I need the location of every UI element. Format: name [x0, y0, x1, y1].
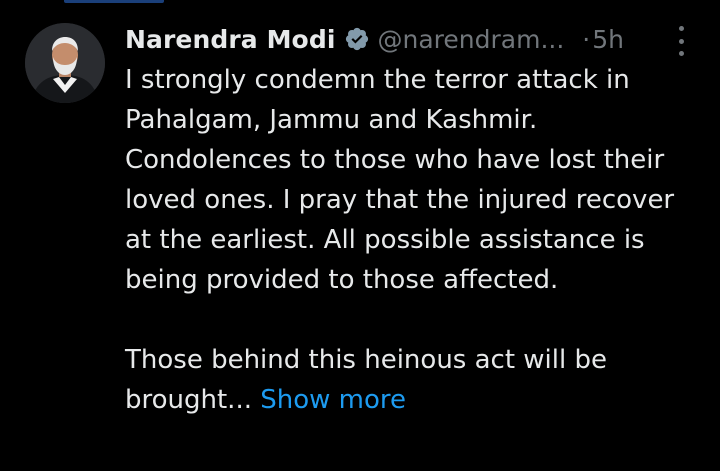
avatar-image: [25, 23, 105, 103]
verified-badge-icon[interactable]: [344, 26, 370, 52]
tweet-paragraph-1: I strongly condemn the terror attack in …: [125, 65, 675, 295]
author-handle[interactable]: @narendram...: [378, 25, 565, 54]
more-options-dot: [678, 51, 684, 56]
tweet-card[interactable]: Narendra Modi @narendram... · 5h I stron…: [0, 0, 720, 471]
show-more-link[interactable]: Show more: [260, 385, 406, 415]
author-name[interactable]: Narendra Modi: [125, 25, 336, 54]
tweet-text: I strongly condemn the terror attack in …: [125, 60, 700, 420]
avatar[interactable]: [25, 23, 105, 103]
more-options-icon[interactable]: [670, 26, 692, 56]
tweet-header: Narendra Modi @narendram... · 5h: [125, 20, 624, 58]
meta-separator: ·: [582, 24, 591, 54]
more-options-dot: [678, 26, 684, 31]
tweet-paragraph-2: Those behind this heinous act will be br…: [125, 340, 700, 420]
timestamp[interactable]: 5h: [592, 25, 624, 54]
more-options-dot: [678, 38, 684, 44]
